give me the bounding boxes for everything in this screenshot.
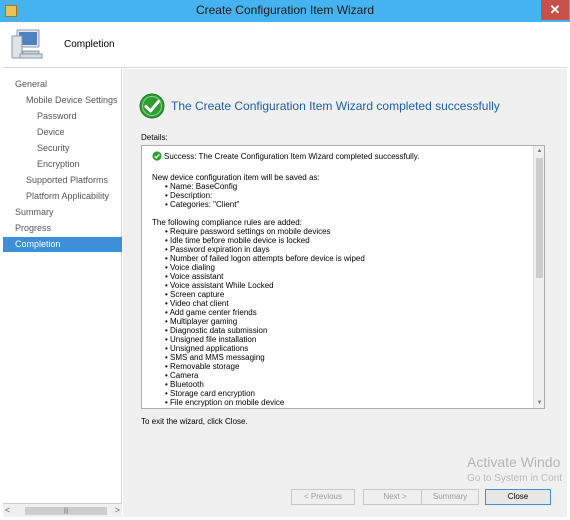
compliance-rule-item: • Unsigned applications <box>165 344 249 353</box>
window-title: Create Configuration Item Wizard <box>195 3 375 17</box>
small-success-icon <box>152 151 162 161</box>
activation-watermark: Activate Windo <box>467 454 561 470</box>
compliance-rule-item: • Unsigned file installation <box>165 335 257 344</box>
previous-button[interactable]: < Previous <box>291 489 355 505</box>
compliance-rule-item: • Number of failed logon attempts before… <box>165 254 365 263</box>
completion-title: The Create Configuration Item Wizard com… <box>171 99 500 113</box>
compliance-rule-item: • Camera <box>165 371 199 380</box>
page-header-title: Completion <box>64 39 115 50</box>
saved-intro: New device configuration item will be sa… <box>152 173 320 182</box>
scroll-left-icon[interactable]: < <box>5 505 10 515</box>
compliance-rule-item: • Multiplayer gaming <box>165 317 238 326</box>
nav-item-security[interactable]: Security <box>3 141 122 156</box>
nav-item-device[interactable]: Device <box>3 125 122 140</box>
compliance-rule-item: • Removable storage <box>165 362 240 371</box>
nav-item-platform-applicability[interactable]: Platform Applicability <box>3 189 122 204</box>
window-close-button[interactable]: ✕ <box>541 0 569 20</box>
compliance-rule-item: • Voice dialing <box>165 263 215 272</box>
success-message: Success: The Create Configuration Item W… <box>152 151 532 164</box>
nav-item-completion[interactable]: Completion <box>3 237 122 252</box>
nav-item-password[interactable]: Password <box>3 109 122 124</box>
wizard-header: Completion <box>3 22 567 68</box>
main-panel: The Create Configuration Item Wizard com… <box>123 69 567 517</box>
summary-button[interactable]: Summary <box>421 489 479 505</box>
details-vertical-scrollbar[interactable]: ▲ ▼ <box>533 146 544 408</box>
details-label: Details: <box>141 133 168 142</box>
compliance-rule-item: • Require password settings on mobile de… <box>165 227 331 236</box>
compliance-rule-item: • Storage card encryption <box>165 389 255 398</box>
compliance-rule-item: • Screen capture <box>165 290 225 299</box>
nav-item-general[interactable]: General <box>3 77 122 92</box>
details-textbox[interactable]: Success: The Create Configuration Item W… <box>141 145 545 409</box>
compliance-rule-item: • Voice assistant While Locked <box>165 281 274 290</box>
scrollbar-thumb[interactable]: ||| <box>25 507 107 515</box>
nav-item-encryption[interactable]: Encryption <box>3 157 122 172</box>
scroll-up-icon[interactable]: ▲ <box>534 148 544 154</box>
exit-instructions: To exit the wizard, click Close. <box>141 417 248 426</box>
success-check-icon <box>139 93 165 119</box>
compliance-rule-item: • File encryption on mobile device <box>165 398 285 407</box>
compliance-rule-item: • SMS and MMS messaging <box>165 353 265 362</box>
scroll-down-icon[interactable]: ▼ <box>534 400 544 406</box>
nav-item-supported-platforms[interactable]: Supported Platforms <box>3 173 122 188</box>
nav-item-progress[interactable]: Progress <box>3 221 122 236</box>
title-bar: Create Configuration Item Wizard ✕ <box>0 0 570 22</box>
nav-item-mobile-device-settings[interactable]: Mobile Device Settings <box>3 93 122 108</box>
nav-horizontal-scrollbar[interactable]: < ||| > <box>3 503 122 517</box>
close-button[interactable]: Close <box>485 489 551 505</box>
saved-item: • Categories: "Client" <box>165 200 240 209</box>
compliance-rule-item: • Idle time before mobile device is lock… <box>165 236 310 245</box>
nav-item-summary[interactable]: Summary <box>3 205 122 220</box>
scroll-right-icon[interactable]: > <box>115 505 120 515</box>
scrollbar-thumb[interactable] <box>536 158 543 278</box>
compliance-rule-item: • Voice assistant <box>165 272 224 281</box>
next-button[interactable]: Next > <box>363 489 427 505</box>
compliance-rule-item: • Password expiration in days <box>165 245 270 254</box>
activation-watermark-subtitle: Go to System in Cont <box>467 473 563 484</box>
rules-intro: The following compliance rules are added… <box>152 218 302 227</box>
compliance-rule-item: • Video chat client <box>165 299 229 308</box>
computer-icon <box>11 29 43 59</box>
wizard-step-list: General Mobile Device Settings Password Dev… <box>3 69 122 503</box>
compliance-rule-item: • Bluetooth <box>165 380 204 389</box>
saved-item: • Description: <box>165 191 213 200</box>
compliance-rule-item: • Add game center friends <box>165 308 257 317</box>
saved-item: • Name: BaseConfig <box>165 182 238 191</box>
compliance-rule-item: • Diagnostic data submission <box>165 326 268 335</box>
